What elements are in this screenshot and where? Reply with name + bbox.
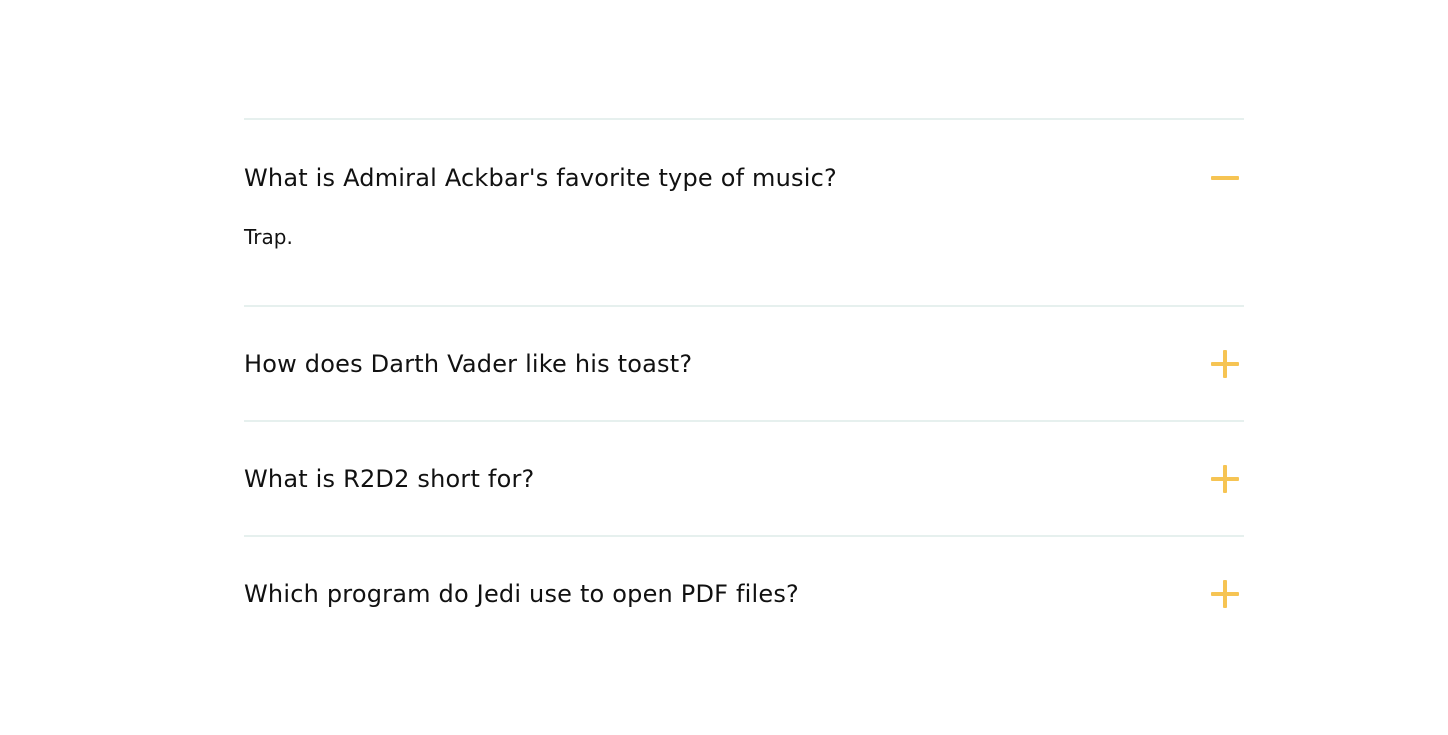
faq-accordion: What is Admiral Ackbar's favorite type o…: [244, 118, 1244, 650]
faq-item: What is R2D2 short for?: [244, 420, 1244, 535]
plus-icon[interactable]: [1211, 579, 1239, 608]
minus-icon[interactable]: [1211, 164, 1239, 192]
faq-question-toggle[interactable]: Which program do Jedi use to open PDF fi…: [244, 537, 1244, 650]
faq-question-toggle[interactable]: How does Darth Vader like his toast?: [244, 307, 1244, 420]
faq-question-toggle[interactable]: What is R2D2 short for?: [244, 422, 1244, 535]
faq-item: What is Admiral Ackbar's favorite type o…: [244, 118, 1244, 305]
faq-question-text: How does Darth Vader like his toast?: [244, 349, 693, 378]
faq-question-text: What is R2D2 short for?: [244, 464, 535, 493]
faq-question-text: Which program do Jedi use to open PDF fi…: [244, 579, 799, 608]
faq-question-toggle[interactable]: What is Admiral Ackbar's favorite type o…: [244, 120, 1244, 235]
faq-answer-text: Trap.: [244, 225, 293, 249]
plus-icon[interactable]: [1211, 349, 1239, 378]
faq-item: Which program do Jedi use to open PDF fi…: [244, 535, 1244, 650]
faq-question-text: What is Admiral Ackbar's favorite type o…: [244, 163, 837, 192]
plus-icon[interactable]: [1211, 464, 1239, 493]
faq-item: How does Darth Vader like his toast?: [244, 305, 1244, 420]
